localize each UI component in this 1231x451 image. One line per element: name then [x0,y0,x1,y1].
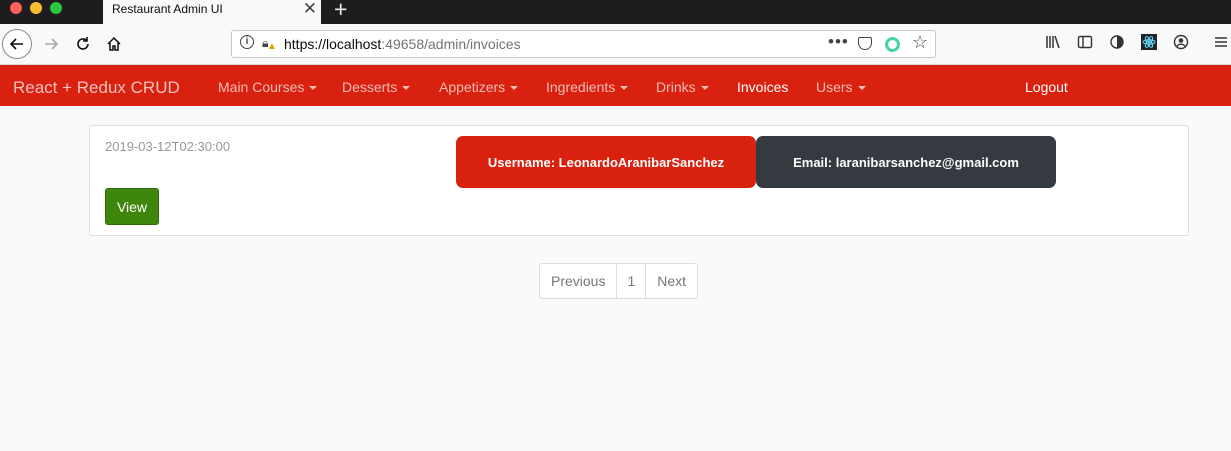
window-zoom-button[interactable] [50,2,62,14]
bookmark-star-icon[interactable]: ☆ [912,32,928,53]
invoice-card: 2019-03-12T02:30:00 View Username: Leona… [89,125,1189,236]
arrow-left-icon [9,38,23,50]
browser-toolbar: i 🔒︎ ▲ https://localhost:49658/admin/inv… [0,24,1231,65]
caret-down-icon [510,86,519,91]
logout-link[interactable]: Logout [1025,79,1068,95]
username-badge: Username: LeonardoAranibarSanchez [456,136,756,188]
pocket-icon[interactable] [858,37,872,50]
nav-label: Desserts [342,79,398,95]
library-icon[interactable] [1045,34,1061,54]
next-page-button[interactable]: Next [646,264,697,298]
url-text[interactable]: https://localhost:49658/admin/invoices [284,36,521,52]
account-icon[interactable] [1173,34,1189,54]
url-host: https://localhost [284,36,382,52]
caret-down-icon [309,86,318,91]
reload-button[interactable] [68,29,98,59]
home-button[interactable] [99,29,129,59]
nav-drinks-dropdown[interactable]: Drinks [656,79,709,95]
dark-mode-icon[interactable] [1109,34,1125,54]
home-icon [107,36,121,51]
invoice-date: 2019-03-12T02:30:00 [105,139,231,154]
caret-down-icon [402,86,411,91]
nav-ingredients-dropdown[interactable]: Ingredients [546,79,629,95]
window-minimize-button[interactable] [30,2,42,14]
nav-invoices-link[interactable]: Invoices [737,79,788,95]
back-button[interactable] [2,29,32,59]
window-close-button[interactable] [10,2,22,14]
new-tab-button[interactable]: + [334,0,347,23]
react-devtools-icon[interactable] [1141,34,1157,54]
app-navbar: React + Redux CRUD Main Courses Desserts… [0,65,1231,106]
previous-page-button[interactable]: Previous [540,264,618,298]
nav-label: Ingredients [546,79,616,95]
extension-icon[interactable] [885,37,900,52]
url-path: :49658/admin/invoices [381,36,521,52]
nav-label: Appetizers [439,79,506,95]
browser-tab-strip: Restaurant Admin UI ✕ + [0,0,1231,24]
caret-down-icon [857,86,866,91]
tab-close-icon[interactable]: ✕ [303,0,317,19]
pagination: Previous 1 Next [539,263,699,299]
nav-label: Main Courses [218,79,305,95]
forward-button[interactable] [36,29,66,59]
page-number-button[interactable]: 1 [617,264,647,298]
nav-label: Users [816,79,853,95]
nav-label: Drinks [656,79,696,95]
nav-main-courses-dropdown[interactable]: Main Courses [218,79,318,95]
view-button[interactable]: View [105,188,159,225]
hamburger-menu-icon[interactable] [1213,34,1229,54]
email-badge: Email: laranibarsanchez@gmail.com [756,136,1056,188]
caret-down-icon [620,86,629,91]
arrow-right-icon [45,38,59,50]
info-icon[interactable]: i [240,35,254,49]
tab-title: Restaurant Admin UI [112,2,223,16]
warning-icon: ▲ [267,41,277,52]
browser-tab-active[interactable]: Restaurant Admin UI ✕ [103,0,321,24]
sidebar-icon[interactable] [1077,34,1093,54]
brand-link[interactable]: React + Redux CRUD [13,78,180,98]
page-actions-menu-icon[interactable]: ••• [828,32,849,52]
address-bar[interactable]: i 🔒︎ ▲ https://localhost:49658/admin/inv… [231,30,936,58]
nav-desserts-dropdown[interactable]: Desserts [342,79,411,95]
nav-users-dropdown[interactable]: Users [816,79,866,95]
nav-appetizers-dropdown[interactable]: Appetizers [439,79,519,95]
caret-down-icon [700,86,709,91]
reload-icon [77,37,89,50]
